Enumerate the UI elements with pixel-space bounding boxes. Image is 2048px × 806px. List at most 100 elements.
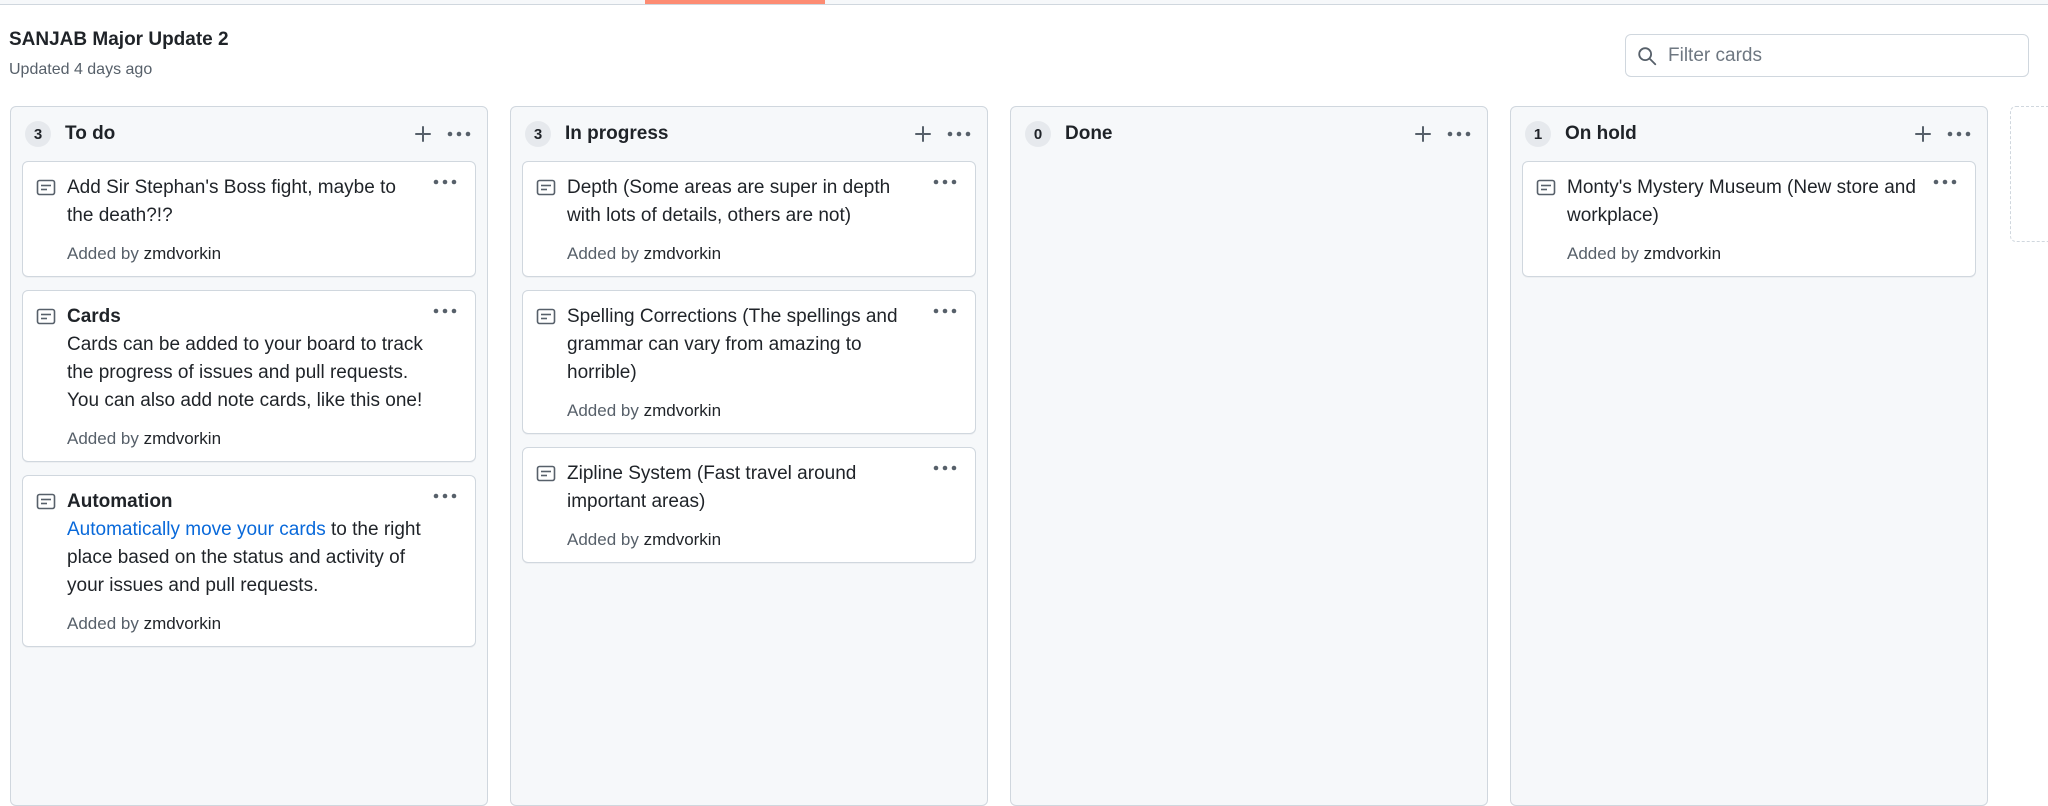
active-tab-indicator [645,0,825,4]
plus-icon [915,126,931,142]
column-done: 0 Done [1010,106,1488,806]
column-header: 3 In progress [511,107,987,161]
kebab-menu-icon [1933,179,1957,185]
board-title: SANJAB Major Update 2 [9,29,229,50]
kebab-menu-icon [433,493,457,499]
column-menu-button[interactable] [1943,118,1975,150]
card-author[interactable]: zmdvorkin [144,429,221,448]
card-body: Automatically move your cards to the rig… [67,516,425,600]
add-card-button[interactable] [907,118,939,150]
note-card[interactable]: Zipline System (Fast travel around impor… [522,447,976,563]
plus-icon [415,126,431,142]
note-card[interactable]: Automation Automatically move your cards… [22,475,476,647]
note-icon [36,493,56,510]
card-added-by: Added by zmdvorkin [67,429,425,449]
card-title: Cards [67,306,121,327]
top-underline-bar [0,0,2048,5]
card-menu-button[interactable] [931,456,959,480]
column-card-count: 3 [525,121,551,147]
card-author[interactable]: zmdvorkin [644,401,721,420]
column-title: To do [65,123,116,144]
column-card-count: 0 [1025,121,1051,147]
plus-icon [1415,126,1431,142]
add-column-placeholder[interactable] [2010,106,2048,242]
card-title: Monty's Mystery Museum (New store and wo… [1567,177,1916,226]
card-title: Depth (Some areas are super in depth wit… [567,177,891,226]
card-menu-button[interactable] [431,484,459,508]
column-on-hold: 1 On hold Monty's Mystery Museum (New st… [1510,106,1988,806]
kebab-menu-icon [433,179,457,185]
column-card-count: 3 [25,121,51,147]
card-added-by: Added by zmdvorkin [567,530,925,550]
added-by-label: Added by [567,530,639,549]
card-author[interactable]: zmdvorkin [644,244,721,263]
add-card-button[interactable] [1407,118,1439,150]
card-title: Add Sir Stephan's Boss fight, maybe to t… [67,177,396,226]
card-author[interactable]: zmdvorkin [1644,244,1721,263]
column-title: On hold [1565,123,1637,144]
kebab-menu-icon [933,465,957,471]
note-icon [36,179,56,196]
filter-cards-field[interactable] [1625,34,2029,77]
kebab-menu-icon [1947,131,1971,137]
column-header: 0 Done [1011,107,1487,161]
card-added-by: Added by zmdvorkin [1567,244,1925,264]
kebab-menu-icon [433,308,457,314]
card-added-by: Added by zmdvorkin [567,244,925,264]
note-icon [536,179,556,196]
card-added-by: Added by zmdvorkin [567,401,925,421]
note-icon [536,465,556,482]
note-icon [1536,179,1556,196]
card-added-by: Added by zmdvorkin [67,244,425,264]
column-in-progress: 3 In progress Depth (Some areas are supe… [510,106,988,806]
card-menu-button[interactable] [431,170,459,194]
column-to-do: 3 To do Add Sir Stephan's Boss fight, ma… [10,106,488,806]
card-author[interactable]: zmdvorkin [144,614,221,633]
card-author[interactable]: zmdvorkin [144,244,221,263]
kebab-menu-icon [933,308,957,314]
column-card-count: 1 [1525,121,1551,147]
column-header: 1 On hold [1511,107,1987,161]
added-by-label: Added by [1567,244,1639,263]
note-icon [36,308,56,325]
card-menu-button[interactable] [931,170,959,194]
note-icon [536,308,556,325]
column-menu-button[interactable] [443,118,475,150]
kebab-menu-icon [933,179,957,185]
card-author[interactable]: zmdvorkin [644,530,721,549]
note-card[interactable]: Add Sir Stephan's Boss fight, maybe to t… [22,161,476,277]
added-by-label: Added by [67,429,139,448]
column-header: 3 To do [11,107,487,161]
search-icon [1638,46,1657,65]
note-card[interactable]: Monty's Mystery Museum (New store and wo… [1522,161,1976,277]
card-body: Cards can be added to your board to trac… [67,334,423,411]
added-by-label: Added by [567,401,639,420]
note-card[interactable]: Spelling Corrections (The spellings and … [522,290,976,434]
added-by-label: Added by [67,614,139,633]
board-header: SANJAB Major Update 2 Updated 4 days ago [9,28,229,80]
kebab-menu-icon [1447,131,1471,137]
card-title: Automation [67,491,173,512]
filter-cards-input[interactable] [1668,44,2008,67]
board-updated-text: Updated 4 days ago [9,61,153,78]
note-card[interactable]: Depth (Some areas are super in depth wit… [522,161,976,277]
automation-link[interactable]: Automatically move your cards [67,519,326,540]
column-menu-button[interactable] [943,118,975,150]
card-title: Spelling Corrections (The spellings and … [567,306,898,383]
card-menu-button[interactable] [431,299,459,323]
note-card[interactable]: Cards Cards can be added to your board t… [22,290,476,462]
add-card-button[interactable] [407,118,439,150]
added-by-label: Added by [67,244,139,263]
plus-icon [1915,126,1931,142]
column-title: In progress [565,123,669,144]
kebab-menu-icon [947,131,971,137]
card-menu-button[interactable] [931,299,959,323]
add-card-button[interactable] [1907,118,1939,150]
kebab-menu-icon [447,131,471,137]
column-title: Done [1065,123,1113,144]
card-menu-button[interactable] [1931,170,1959,194]
card-added-by: Added by zmdvorkin [67,614,425,634]
column-menu-button[interactable] [1443,118,1475,150]
card-title: Zipline System (Fast travel around impor… [567,463,857,512]
added-by-label: Added by [567,244,639,263]
